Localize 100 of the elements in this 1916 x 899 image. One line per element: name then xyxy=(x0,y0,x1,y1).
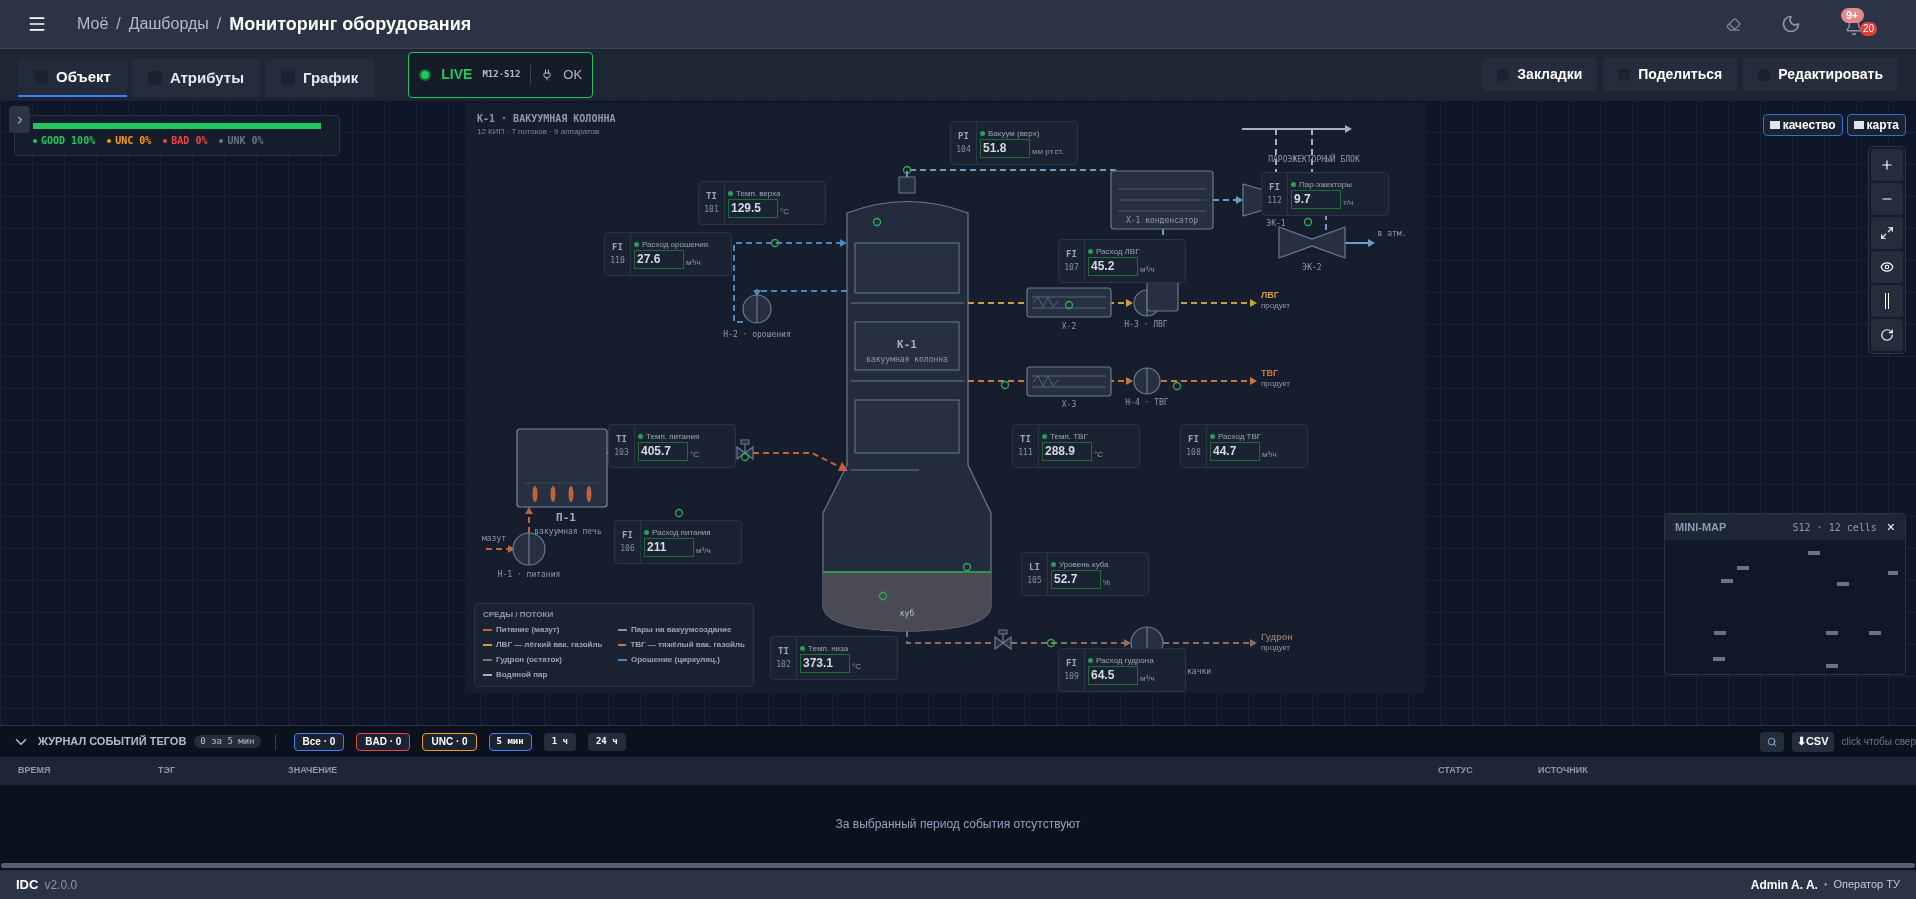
equipment-label: в атм. xyxy=(1377,229,1407,238)
instrument-card[interactable]: FI 110 Расход орошения 27.6 м³/ч xyxy=(604,232,732,276)
instrument-unit: м³/ч xyxy=(1140,672,1155,685)
instrument-card[interactable]: TI 102 Темп. низа 373.1 °C xyxy=(770,636,898,680)
instrument-value: 373.1 xyxy=(800,653,850,673)
tab[interactable]: Атрибуты xyxy=(131,59,260,97)
instrument-card[interactable]: FI 108 Расход ТВГ 44.7 м³/ч xyxy=(1180,424,1308,468)
instrument-number: 103 xyxy=(614,446,629,459)
user-role: Оператор ТУ xyxy=(1833,877,1900,893)
legend-label: Гудрон (остаток) xyxy=(496,654,562,666)
separator-dot: • xyxy=(1823,878,1828,892)
status-filter-button[interactable]: BAD · 0 xyxy=(356,732,411,751)
equipment-label: вакуумная печь xyxy=(534,527,602,536)
period-button[interactable]: 5 мин xyxy=(488,732,532,751)
instrument-card[interactable]: FI 106 Расход питания 211 м³/ч xyxy=(614,520,742,564)
instrument-value: 52.7 xyxy=(1051,569,1101,589)
instrument-value: 64.5 xyxy=(1088,665,1138,685)
instrument-label: Расход питания xyxy=(652,527,711,538)
legend-title: СРЕДЫ / ПОТОКИ xyxy=(483,609,555,621)
breadcrumb-link[interactable]: Дашборды xyxy=(128,12,209,36)
instrument-tag: TI xyxy=(706,190,717,204)
notifications-button[interactable]: 9+ 20 xyxy=(1841,6,1877,42)
tab[interactable]: Объект xyxy=(18,59,127,97)
instrument-label: Расход ТВГ xyxy=(1218,431,1262,442)
status-filter-button[interactable]: UNC · 0 xyxy=(422,732,477,751)
equipment-label: Н-3 · ЛВГ xyxy=(1124,320,1168,329)
log-title: ЖУРНАЛ СОБЫТИЙ ТЕГОВ xyxy=(38,734,187,750)
product-name: ТВГ xyxy=(1261,368,1279,378)
instrument-value: 405.7 xyxy=(638,441,688,461)
status-filter-button[interactable]: Все · 0 xyxy=(293,732,345,751)
instrument-label: Темп. питания xyxy=(646,431,700,442)
instrument-tag: FI xyxy=(1066,248,1077,262)
instrument-card[interactable]: FI 109 Расход гудрона 64.5 м³/ч xyxy=(1058,648,1186,692)
instrument-value: 45.2 xyxy=(1088,256,1138,276)
equipment-label: ЭК-1 xyxy=(1266,219,1286,228)
count-badge: 0 за 5 мин xyxy=(194,734,261,749)
period-button[interactable]: 24 ч xyxy=(587,732,626,751)
instrument-card[interactable]: LI 105 Уровень куба 52.7 % xyxy=(1021,552,1149,596)
instrument-unit: м³/ч xyxy=(1140,263,1155,276)
equipment-label: ЭК-2 xyxy=(1302,263,1322,272)
close-button[interactable]: × xyxy=(1886,516,1895,538)
quality-label: GOOD 100% xyxy=(41,134,96,148)
instrument-label: Расход орошения xyxy=(642,239,709,250)
instrument-card[interactable]: TI 111 Темп. ТВГ 288.9 °C xyxy=(1012,424,1140,468)
breadcrumb-separator: / xyxy=(116,14,121,34)
minimap-info: S12 · 12 cells xyxy=(1792,520,1877,535)
instrument-label: Пар-эжекторы xyxy=(1299,179,1352,190)
instrument-label: Расход ЛВГ xyxy=(1096,246,1140,257)
instrument-card[interactable]: FI 107 Расход ЛВГ 45.2 м³/ч xyxy=(1058,239,1186,283)
instrument-number: 102 xyxy=(776,658,791,671)
breadcrumb-link[interactable]: Мониторинг оборудования xyxy=(229,10,472,38)
instrument-value: 27.6 xyxy=(634,249,684,269)
instrument-unit: % xyxy=(1103,576,1111,589)
instrument-tag: FI xyxy=(1188,433,1199,447)
quality-label: UNC 0% xyxy=(115,134,152,148)
equipment-label: Х-2 xyxy=(1061,322,1077,331)
minimap-title: MINI-MAP xyxy=(1675,519,1727,535)
equipment-label: куб xyxy=(899,609,915,618)
instrument-card[interactable]: TI 101 Темп. верха 129.5 °C xyxy=(698,181,826,225)
app-name: IDC xyxy=(16,875,39,894)
user-name: Admin A. A. xyxy=(1750,876,1818,894)
breadcrumb-link[interactable]: Моё xyxy=(77,12,109,36)
instrument-number: 109 xyxy=(1064,670,1079,683)
instrument-tag: TI xyxy=(778,645,789,659)
instrument-unit: °C xyxy=(852,660,861,673)
action-button[interactable]: Редактировать xyxy=(1743,58,1898,91)
notification-count: 20 xyxy=(1859,22,1877,36)
column-header: СТАТУС xyxy=(1438,764,1474,778)
instrument-unit: °C xyxy=(1094,448,1103,461)
instrument-card[interactable]: PI 104 Вакуум (верх) 51.8 мм рт.ст. xyxy=(950,121,1078,165)
breadcrumb-separator: / xyxy=(216,14,222,34)
instrument-value: 129.5 xyxy=(728,198,778,218)
live-label: LIVE xyxy=(441,65,473,84)
instrument-unit: м³/ч xyxy=(686,256,701,269)
instrument-unit: °C xyxy=(780,205,789,218)
instrument-number: 110 xyxy=(610,254,625,267)
legend-label: Водяной пар xyxy=(496,669,548,681)
quality-label: BAD 0% xyxy=(171,134,208,148)
equipment-label: Н-4 · ТВГ xyxy=(1125,398,1169,407)
product-name: ЛВГ xyxy=(1261,290,1279,300)
equipment-label: вакуумная колонна xyxy=(866,355,948,364)
instrument-label: Уровень куба xyxy=(1059,559,1109,570)
connection-status: OK xyxy=(563,65,583,84)
column-header: ЗНАЧЕНИЕ xyxy=(288,764,339,778)
instrument-number: 108 xyxy=(1186,446,1201,459)
instrument-label: Вакуум (верх) xyxy=(988,128,1040,139)
export-csv-button[interactable]: ⬇CSV xyxy=(1791,731,1834,752)
view-toggle-button[interactable]: качество xyxy=(1762,114,1843,136)
instrument-label: Темп. верха xyxy=(736,188,781,199)
instrument-card[interactable]: FI 112 Пар-эжекторы 9.7 т/ч xyxy=(1261,172,1389,216)
action-button[interactable]: Закладки xyxy=(1482,58,1598,91)
view-toggle-button[interactable]: карта xyxy=(1846,114,1906,136)
instrument-card[interactable]: TI 103 Темп. питания 405.7 °C xyxy=(608,424,736,468)
instrument-value: 51.8 xyxy=(980,138,1030,158)
instrument-unit: м³/ч xyxy=(1262,448,1277,461)
period-button[interactable]: 1 ч xyxy=(543,732,576,751)
action-button[interactable]: Поделиться xyxy=(1603,58,1738,91)
tab[interactable]: График xyxy=(265,59,375,97)
product-note: продукт xyxy=(1261,379,1290,388)
equipment-label: ПАРОЭЖЕКТОРНЫЙ БЛОК xyxy=(1268,155,1360,164)
